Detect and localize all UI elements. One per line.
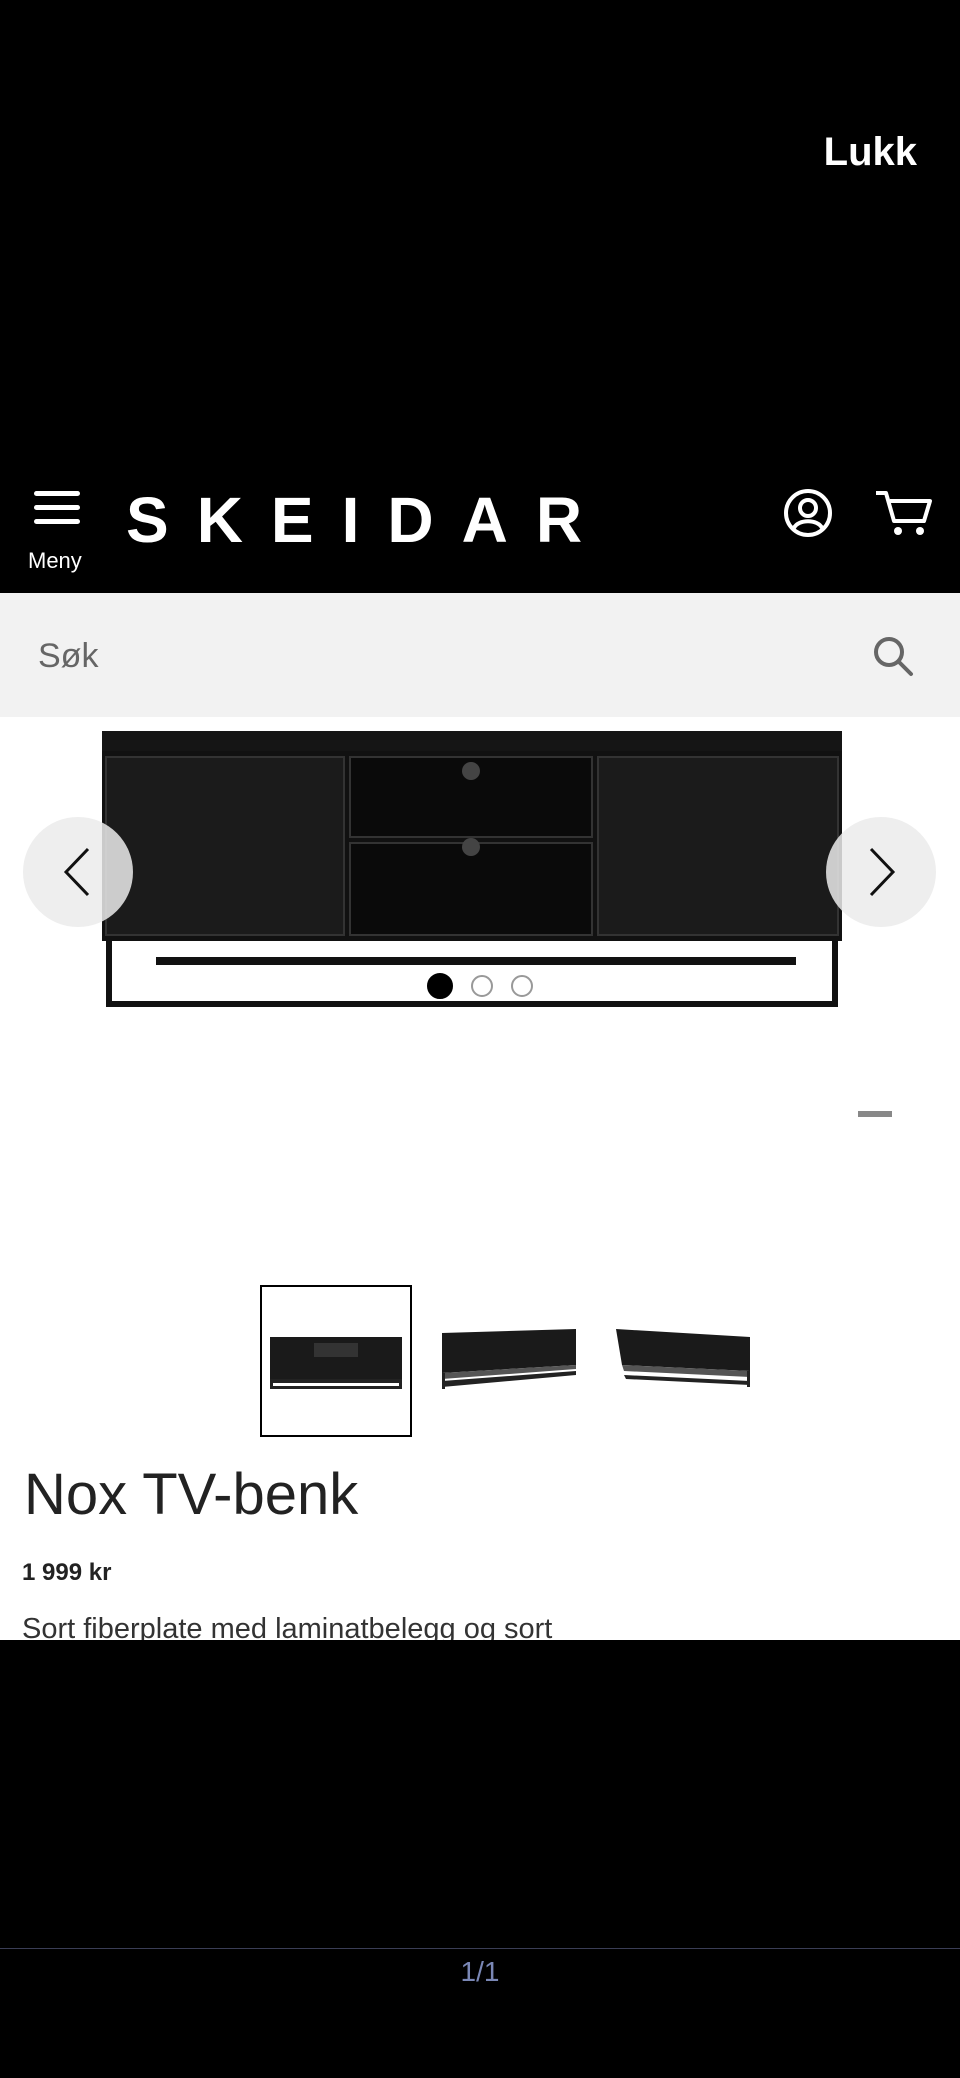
product-image-tv-bench[interactable] <box>96 731 856 1011</box>
menu-button[interactable]: Meny <box>26 491 90 573</box>
pager-divider <box>0 1948 960 1949</box>
next-image-button[interactable] <box>826 817 936 927</box>
thumbnail-angle-right[interactable] <box>608 1285 758 1435</box>
carousel-dot[interactable] <box>427 973 453 999</box>
product-gallery <box>0 717 960 1187</box>
chevron-left-icon <box>63 847 90 897</box>
thumbnail-angle-left[interactable] <box>434 1285 584 1435</box>
page-indicator: 1/1 <box>460 1956 500 1987</box>
product-price: 1 999 kr <box>22 1559 112 1586</box>
thumbnail-front[interactable] <box>260 1285 412 1437</box>
account-icon[interactable] <box>782 487 834 539</box>
site-header: Meny SKEIDAR <box>0 465 960 593</box>
previous-image-button[interactable] <box>23 817 133 927</box>
search-bar <box>0 593 960 717</box>
hamburger-icon <box>34 491 80 496</box>
product-description: Sort fiberplate med laminatbelegg og sor… <box>22 1613 553 1640</box>
carousel-dot[interactable] <box>511 975 533 997</box>
zoom-out-icon[interactable] <box>858 1111 892 1117</box>
search-input[interactable] <box>36 623 840 689</box>
hamburger-icon-bar <box>34 505 80 510</box>
menu-label: Meny <box>28 548 82 573</box>
hamburger-icon-bar <box>34 519 80 524</box>
carousel-dot[interactable] <box>471 975 493 997</box>
search-icon[interactable] <box>872 635 914 677</box>
carousel-indicators <box>0 973 960 999</box>
cart-icon[interactable] <box>874 487 934 539</box>
skeidar-logo[interactable]: SKEIDAR <box>126 483 610 557</box>
chevron-right-icon <box>869 847 896 897</box>
thumbnail-strip <box>260 1285 780 1437</box>
close-button[interactable]: Lukk <box>824 130 917 175</box>
product-title: Nox TV-benk <box>24 1462 359 1527</box>
webpage-screenshot: Meny SKEIDAR Søk Nox TV-benk 1 999 kr So… <box>0 465 960 1640</box>
